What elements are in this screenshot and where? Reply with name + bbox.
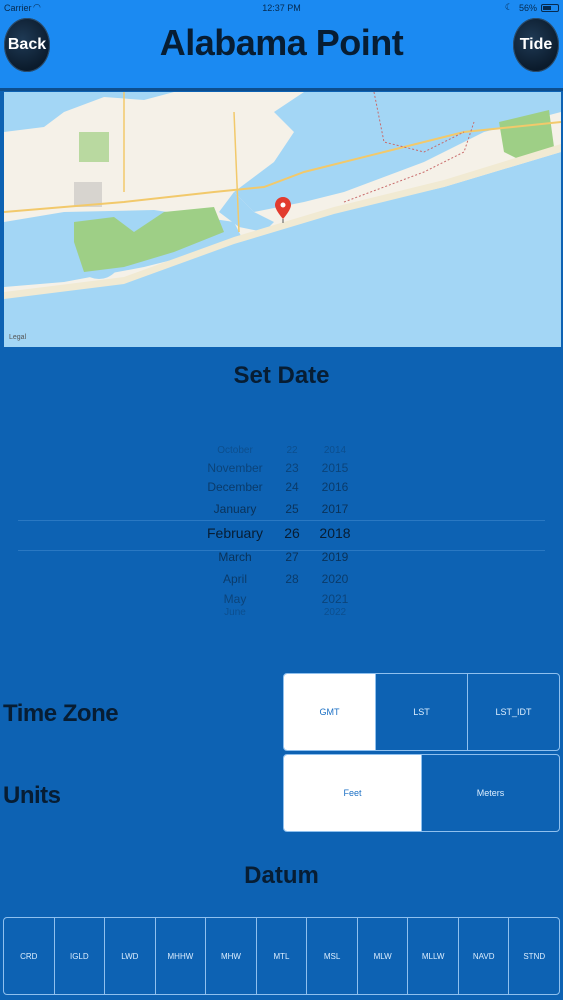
picker-row[interactable]: April 28 2020: [0, 572, 563, 592]
datum-option-mtl[interactable]: MTL: [257, 918, 308, 994]
datum-segmented-control[interactable]: CRD IGLD LWD MHHW MHW MTL MSL MLW MLLW N…: [3, 917, 560, 995]
map-legal-link[interactable]: Legal: [9, 334, 26, 341]
datum-option-igld[interactable]: IGLD: [55, 918, 106, 994]
picker-row[interactable]: January 25 2017: [0, 502, 563, 522]
tide-button[interactable]: Tide: [513, 18, 559, 72]
map-view[interactable]: Legal: [4, 92, 561, 347]
time-zone-option-lst[interactable]: LST: [376, 674, 468, 750]
header-divider: [0, 88, 563, 91]
battery-percent: 56%: [518, 3, 537, 13]
page-title: Alabama Point: [159, 22, 404, 63]
picker-selected-row[interactable]: February 26 2018: [0, 525, 563, 545]
datum-option-lwd[interactable]: LWD: [105, 918, 156, 994]
clock: 12:37 PM: [262, 3, 301, 13]
moon-icon: ☾: [504, 2, 513, 12]
units-option-feet[interactable]: Feet: [284, 755, 422, 831]
datum-option-navd[interactable]: NAVD: [459, 918, 510, 994]
navigation-bar: Carrier ◠ 12:37 PM ☾ 56% Back Alabama Po…: [0, 0, 563, 88]
datum-option-mhhw[interactable]: MHHW: [156, 918, 207, 994]
datum-title: Datum: [244, 862, 319, 889]
selected-year: 2018: [319, 525, 351, 541]
location-pin-icon[interactable]: [275, 197, 291, 223]
units-segmented-control[interactable]: Feet Meters: [283, 754, 560, 832]
datum-option-crd[interactable]: CRD: [4, 918, 55, 994]
time-zone-segmented-control[interactable]: GMT LST LST_IDT: [283, 673, 560, 751]
datum-option-mlw[interactable]: MLW: [358, 918, 409, 994]
date-picker[interactable]: October 22 2014 November 23 2015 Decembe…: [0, 435, 563, 625]
battery-icon: [541, 4, 559, 12]
datum-option-mllw[interactable]: MLLW: [408, 918, 459, 994]
time-zone-label: Time Zone: [3, 700, 119, 727]
units-label: Units: [3, 782, 61, 809]
time-zone-option-gmt[interactable]: GMT: [284, 674, 376, 750]
datum-option-msl[interactable]: MSL: [307, 918, 358, 994]
picker-row[interactable]: November 23 2015: [0, 461, 563, 481]
picker-row[interactable]: June 2022: [0, 607, 563, 627]
units-option-meters[interactable]: Meters: [422, 755, 559, 831]
datum-option-stnd[interactable]: STND: [509, 918, 559, 994]
status-bar: Carrier ◠ 12:37 PM ☾ 56%: [0, 2, 563, 16]
datum-option-mhw[interactable]: MHW: [206, 918, 257, 994]
time-zone-option-lst-idt[interactable]: LST_IDT: [468, 674, 559, 750]
picker-row[interactable]: March 27 2019: [0, 550, 563, 570]
selected-day: 26: [284, 525, 300, 541]
set-date-title: Set Date: [233, 362, 330, 389]
selected-month: February: [206, 525, 264, 541]
picker-row[interactable]: December 24 2016: [0, 480, 563, 500]
